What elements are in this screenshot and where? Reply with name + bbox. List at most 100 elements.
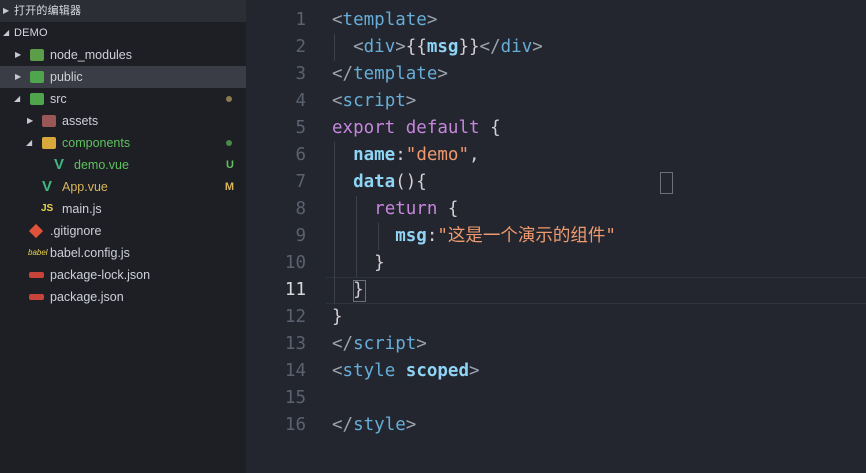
assets-folder-icon [42, 115, 56, 127]
chevron-down-icon: ◢ [26, 138, 33, 147]
code-line[interactable]: 16 </style> [246, 412, 866, 439]
chevron-down-icon: ◢ [14, 94, 21, 103]
code-line[interactable]: 11 } [246, 277, 866, 304]
code-token: {{ [405, 37, 427, 57]
code-token: > [437, 64, 448, 84]
untracked-dot-icon [226, 140, 232, 146]
code-line[interactable]: 4 <script> [246, 88, 866, 115]
tree-item-gitignore[interactable]: .gitignore [0, 220, 246, 242]
git-status-badge: M [224, 181, 234, 193]
code-text: </template> [332, 61, 448, 88]
tree-item-label: babel.config.js [50, 246, 130, 260]
line-number: 5 [295, 118, 306, 138]
chevron-down-icon: ◢ [3, 28, 10, 37]
line-number: 8 [295, 199, 306, 219]
code-line[interactable]: 3 </template> [246, 61, 866, 88]
code-token: < [332, 361, 343, 381]
tree-item-main-js[interactable]: JS main.js [0, 198, 246, 220]
tree-item-package-lock[interactable]: package-lock.json [0, 264, 246, 286]
code-line[interactable]: 5 export default { [246, 115, 866, 142]
tree-item-label: App.vue [62, 180, 108, 194]
code-text: </script> [332, 331, 427, 358]
project-section[interactable]: ◢ DEMO [0, 22, 246, 44]
vue-file-icon: V [42, 178, 53, 195]
code-token: < [332, 91, 343, 111]
tree-item-node-modules[interactable]: ▶ node_modules [0, 44, 246, 66]
code-token: > [395, 37, 406, 57]
code-line[interactable]: 8 return { [246, 196, 866, 223]
code-token: : [395, 145, 406, 165]
line-number: 15 [284, 388, 306, 408]
modified-dot-icon [226, 96, 232, 102]
code-line[interactable]: 7 data(){ [246, 169, 866, 196]
code-line[interactable]: 12} [246, 304, 866, 331]
line-number: 4 [295, 91, 306, 111]
code-text: return { [332, 196, 458, 223]
code-token: { [479, 118, 501, 138]
code-token: msg [426, 37, 459, 57]
tree-item-label: src [50, 92, 67, 106]
chevron-right-icon: ▶ [15, 72, 22, 81]
vue-file-icon: V [54, 156, 65, 173]
line-number: 16 [284, 415, 306, 435]
code-text: data(){ [332, 169, 427, 196]
line-number: 3 [295, 64, 306, 84]
code-token: : [426, 226, 438, 246]
tree-item-public[interactable]: ▶ public [0, 66, 246, 88]
code-token: scoped [405, 361, 469, 381]
code-editor[interactable]: 1 <template> 2 <div>{{msg}}</div> 3 </templa… [246, 0, 866, 473]
public-folder-icon [30, 71, 44, 83]
tree-item-label: package.json [50, 290, 124, 304]
open-editors-section[interactable]: ▶ 打开的编辑器 [0, 0, 246, 22]
tree-item-src[interactable]: ◢ src [0, 88, 246, 110]
code-line[interactable]: 10 } [246, 250, 866, 277]
line-number: 10 [284, 253, 306, 273]
code-token: "demo" [405, 145, 469, 165]
code-line[interactable]: 1 <template> [246, 7, 866, 34]
code-token: </ [479, 37, 501, 57]
node-modules-folder-icon [30, 49, 44, 61]
code-line[interactable]: 9 msg:"这是一个演示的组件" [246, 223, 866, 250]
code-token: return [374, 199, 438, 219]
code-line[interactable]: 14 <style scoped> [246, 358, 866, 385]
code-text: } [332, 277, 364, 304]
code-token: "这是一个演示的组件" [437, 226, 616, 246]
line-number: 12 [284, 307, 306, 327]
code-token: < [332, 10, 343, 30]
components-folder-icon [42, 137, 56, 149]
tree-item-label: public [50, 70, 83, 84]
tree-item-label: assets [62, 114, 99, 128]
tree-item-components[interactable]: ◢ components [0, 132, 246, 154]
code-line[interactable]: 15 [246, 385, 866, 412]
chevron-right-icon: ▶ [3, 6, 10, 15]
code-token: < [353, 37, 364, 57]
tree-item-package-json[interactable]: package.json [0, 286, 246, 308]
open-editors-label: 打开的编辑器 [14, 5, 82, 17]
code-line[interactable]: 6 name:"demo", [246, 142, 866, 169]
code-token: template [353, 64, 438, 84]
tree-item-label: demo.vue [74, 158, 129, 172]
tree-item-demo-vue[interactable]: V demo.vue U [0, 154, 246, 176]
tree-item-app-vue[interactable]: V App.vue M [0, 176, 246, 198]
code-token: style [353, 415, 406, 435]
code-token: { [437, 199, 459, 219]
tree-item-label: main.js [62, 202, 102, 216]
code-line[interactable]: 2 <div>{{msg}}</div> [246, 34, 866, 61]
code-token: </ [332, 334, 354, 354]
chevron-right-icon: ▶ [27, 116, 34, 125]
line-number: 6 [295, 145, 306, 165]
tree-item-label: node_modules [50, 48, 133, 62]
tree-item-assets[interactable]: ▶ assets [0, 110, 246, 132]
babel-file-icon: babel [28, 248, 48, 257]
tree-item-babel-config[interactable]: babel babel.config.js [0, 242, 246, 264]
code-token: > [405, 91, 417, 111]
code-text: name:"demo", [332, 142, 479, 169]
code-token: } [332, 280, 364, 300]
code-token: > [469, 361, 480, 381]
code-line[interactable]: 13 </script> [246, 331, 866, 358]
code-token: }} [458, 37, 480, 57]
